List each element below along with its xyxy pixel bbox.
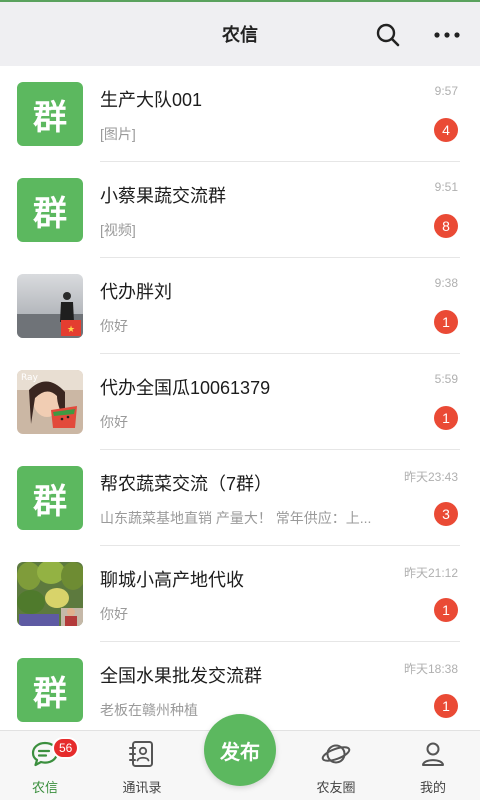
chat-time: 昨天23:43 [403,470,458,484]
tab-nongxin[interactable]: 56 农信 [0,731,90,800]
chat-item[interactable]: 群 帮农蔬菜交流（7群） 山东蔬菜基地直销 产量大！ 常年供应：上... 昨天2… [0,450,480,546]
unread-badge: 1 [434,310,458,334]
app-header: 农信 [0,2,480,66]
chat-time: 5:59 [434,372,458,386]
page-title: 农信 [222,25,258,45]
chat-name: 全国水果批发交流群 [100,666,262,686]
chat-time: 昨天18:38 [403,662,458,676]
group-avatar: 群 [17,178,83,242]
tab-label: 农友圈 [316,780,356,795]
user-avatar-photo: ★ [17,274,83,338]
chat-preview: 山东蔬菜基地直销 产量大！ 常年供应：上... [100,510,372,526]
chat-time: 9:51 [434,180,458,194]
chat-preview: 你好 [100,318,128,334]
group-avatar-text: 群 [33,481,67,522]
svg-text:★: ★ [67,325,75,335]
user-avatar-photo: Ray [17,370,83,434]
unread-badge: 4 [434,118,458,142]
chat-preview: 你好 [100,606,128,622]
chat-item[interactable]: 群 小蔡果蔬交流群 [视频] 9:51 8 [0,162,480,258]
tab-nongyouquan[interactable]: 农友圈 [291,731,381,800]
chat-name: 聊城小高产地代收 [100,570,244,590]
chat-item[interactable]: Ray 代办全国瓜10061379 你好 5:59 1 [0,354,480,450]
chat-name: 代办全国瓜10061379 [100,378,271,398]
tab-label: 农信 [31,780,58,795]
more-dots-icon[interactable] [432,21,462,49]
tab-label: 通讯录 [122,780,162,795]
planet-icon [321,739,351,769]
contacts-icon [127,739,157,769]
unread-badge: 1 [434,694,458,718]
tab-unread-badge: 56 [52,737,80,759]
chat-time: 昨天21:12 [403,566,458,580]
tab-mine[interactable]: 我的 [388,731,478,800]
chat-item[interactable]: ★ 代办胖刘 你好 9:38 1 [0,258,480,354]
chat-preview: 老板在赣州种植 [100,702,198,718]
chat-time: 9:57 [434,84,458,98]
chat-preview: 你好 [100,414,128,430]
avatar-overlay-text: Ray [21,373,39,383]
group-avatar: 群 [17,82,83,146]
unread-badge: 3 [434,502,458,526]
chat-name: 小蔡果蔬交流群 [100,186,226,206]
chat-name: 代办胖刘 [100,282,172,302]
group-avatar-text: 群 [33,673,67,714]
group-avatar: 群 [17,658,83,722]
group-avatar-text: 群 [33,193,67,234]
chat-item[interactable]: 群 生产大队001 [图片] 9:57 4 [0,66,480,162]
chat-item[interactable]: 聊城小高产地代收 你好 昨天21:12 1 [0,546,480,642]
chat-preview: [图片] [100,126,136,142]
unread-badge: 8 [434,214,458,238]
chat-list: 群 生产大队001 [图片] 9:57 4 群 小蔡果蔬交流群 [视频] 9:5… [0,66,480,730]
chat-preview: [视频] [100,222,136,238]
publish-button[interactable]: 发布 [204,714,276,786]
group-avatar: 群 [17,466,83,530]
profile-icon [418,739,448,769]
search-icon[interactable] [374,21,402,49]
group-avatar-text: 群 [33,97,67,138]
unread-badge: 1 [434,598,458,622]
unread-badge: 1 [434,406,458,430]
tab-contacts[interactable]: 通讯录 [97,731,187,800]
chat-name: 帮农蔬菜交流（7群） [100,474,273,494]
tab-label: 我的 [419,780,446,795]
user-avatar-photo [17,562,83,626]
chat-name: 生产大队001 [100,90,203,110]
chat-time: 9:38 [434,276,458,290]
